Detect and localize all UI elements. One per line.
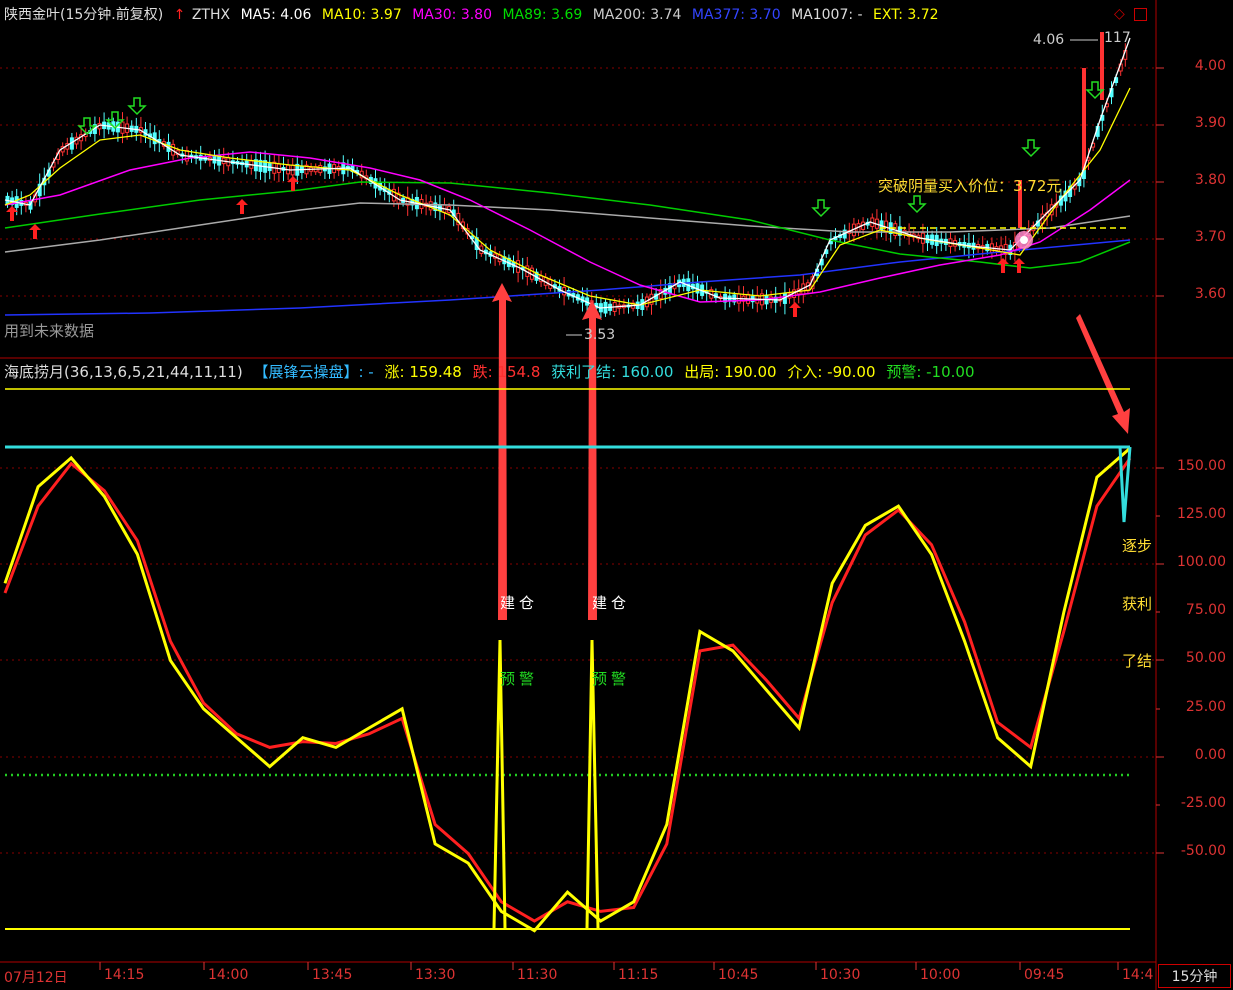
ma5-line <box>4 37 1131 309</box>
side-note: 获利 <box>1122 595 1153 613</box>
panel-name: 【展锋云操盘】: - <box>253 363 374 381</box>
indicator-title[interactable]: 海底捞月(36,13,6,5,21,44,11,11) <box>4 363 243 381</box>
side-note: 逐步 <box>1122 537 1153 555</box>
rise-line <box>3 447 1131 933</box>
price-axis-label: 3.90 <box>1194 115 1226 131</box>
indicator-grid <box>0 467 1156 854</box>
warn-value: 预警: -10.00 <box>886 363 975 381</box>
ma5-value: MA5: 4.06 <box>240 7 312 23</box>
indicator-axis-label: -50.00 <box>1180 843 1226 859</box>
future-data-note: 用到未来数据 <box>4 322 95 340</box>
price-header: 陕西金叶(15分钟.前复权) ↑ ZTHX MA5: 4.06 MA10: 3.… <box>4 6 945 24</box>
indicator-axis-label: 0.00 <box>1194 747 1226 763</box>
breakout-marker-core <box>1020 236 1028 244</box>
indicator-up-icon: ↑ <box>173 7 186 23</box>
ma200-value: MA200: 3.74 <box>592 7 682 23</box>
build-position-label: 建仓 <box>592 594 631 612</box>
fall-line <box>3 457 1132 923</box>
indicator-axis-label: 50.00 <box>1185 650 1226 666</box>
ma10-value: MA10: 3.97 <box>321 7 402 23</box>
indicator-axis-label: -25.00 <box>1180 795 1226 811</box>
side-note: 了结 <box>1122 652 1153 670</box>
indicator-axis-label: 100.00 <box>1177 554 1226 570</box>
panel-frame <box>0 0 1233 990</box>
price-axis-label: 4.00 <box>1194 58 1226 74</box>
price-axis-label: 3.70 <box>1194 229 1226 245</box>
indicator-axis-label: 75.00 <box>1185 602 1226 618</box>
close-icon[interactable]: ◇ <box>1114 6 1125 22</box>
candle-body <box>1082 68 1086 170</box>
warning-label: 预警 <box>500 670 539 688</box>
period-selector[interactable]: 15分钟 <box>1158 964 1231 988</box>
symbol-title[interactable]: 陕西金叶(15分钟.前复权) <box>4 7 163 23</box>
chart-canvas[interactable] <box>0 0 1233 990</box>
fall-value: 跌: 154.8 <box>472 363 541 381</box>
ma377-value: MA377: 3.70 <box>691 7 781 23</box>
breakout-note: 突破阴量买入价位：3.72元 <box>878 177 1062 195</box>
low-price-label: 3.53 <box>584 327 616 343</box>
indicator-header: 海底捞月(36,13,6,5,21,44,11,11) 【展锋云操盘】: - 涨… <box>4 363 981 381</box>
high-right-label: 117 <box>1104 30 1131 46</box>
maximize-icon[interactable] <box>1134 8 1147 21</box>
high-price-label: 4.06 <box>1033 32 1065 48</box>
ma377-line <box>4 239 1131 316</box>
indicator-axis-label: 150.00 <box>1177 458 1226 474</box>
price-axis-label: 3.80 <box>1194 172 1226 188</box>
exit-value: 出局: 190.00 <box>684 363 777 381</box>
time-axis-ticks <box>99 962 1119 970</box>
price-axis-label: 3.60 <box>1194 286 1226 302</box>
rise-value: 涨: 159.48 <box>384 363 462 381</box>
ma30-value: MA30: 3.80 <box>412 7 492 23</box>
enter-value: 介入: -90.00 <box>787 363 876 381</box>
ma1007-value: MA1007: - <box>791 7 863 23</box>
build-position-label: 建仓 <box>500 594 539 612</box>
take-profit-value: 获利了结: 160.00 <box>551 363 674 381</box>
indicator-name: ZTHX <box>191 7 231 23</box>
warning-label: 预警 <box>592 670 631 688</box>
ma89-value: MA89: 3.69 <box>502 7 583 23</box>
indicator-axis-label: 25.00 <box>1185 699 1226 715</box>
right-tail <box>1118 446 1132 523</box>
time-axis-label: 07月12日 <box>4 970 68 986</box>
ext-value: EXT: 3.72 <box>873 7 939 23</box>
indicator-axis-label: 125.00 <box>1177 506 1226 522</box>
ma10-line <box>4 87 1131 306</box>
